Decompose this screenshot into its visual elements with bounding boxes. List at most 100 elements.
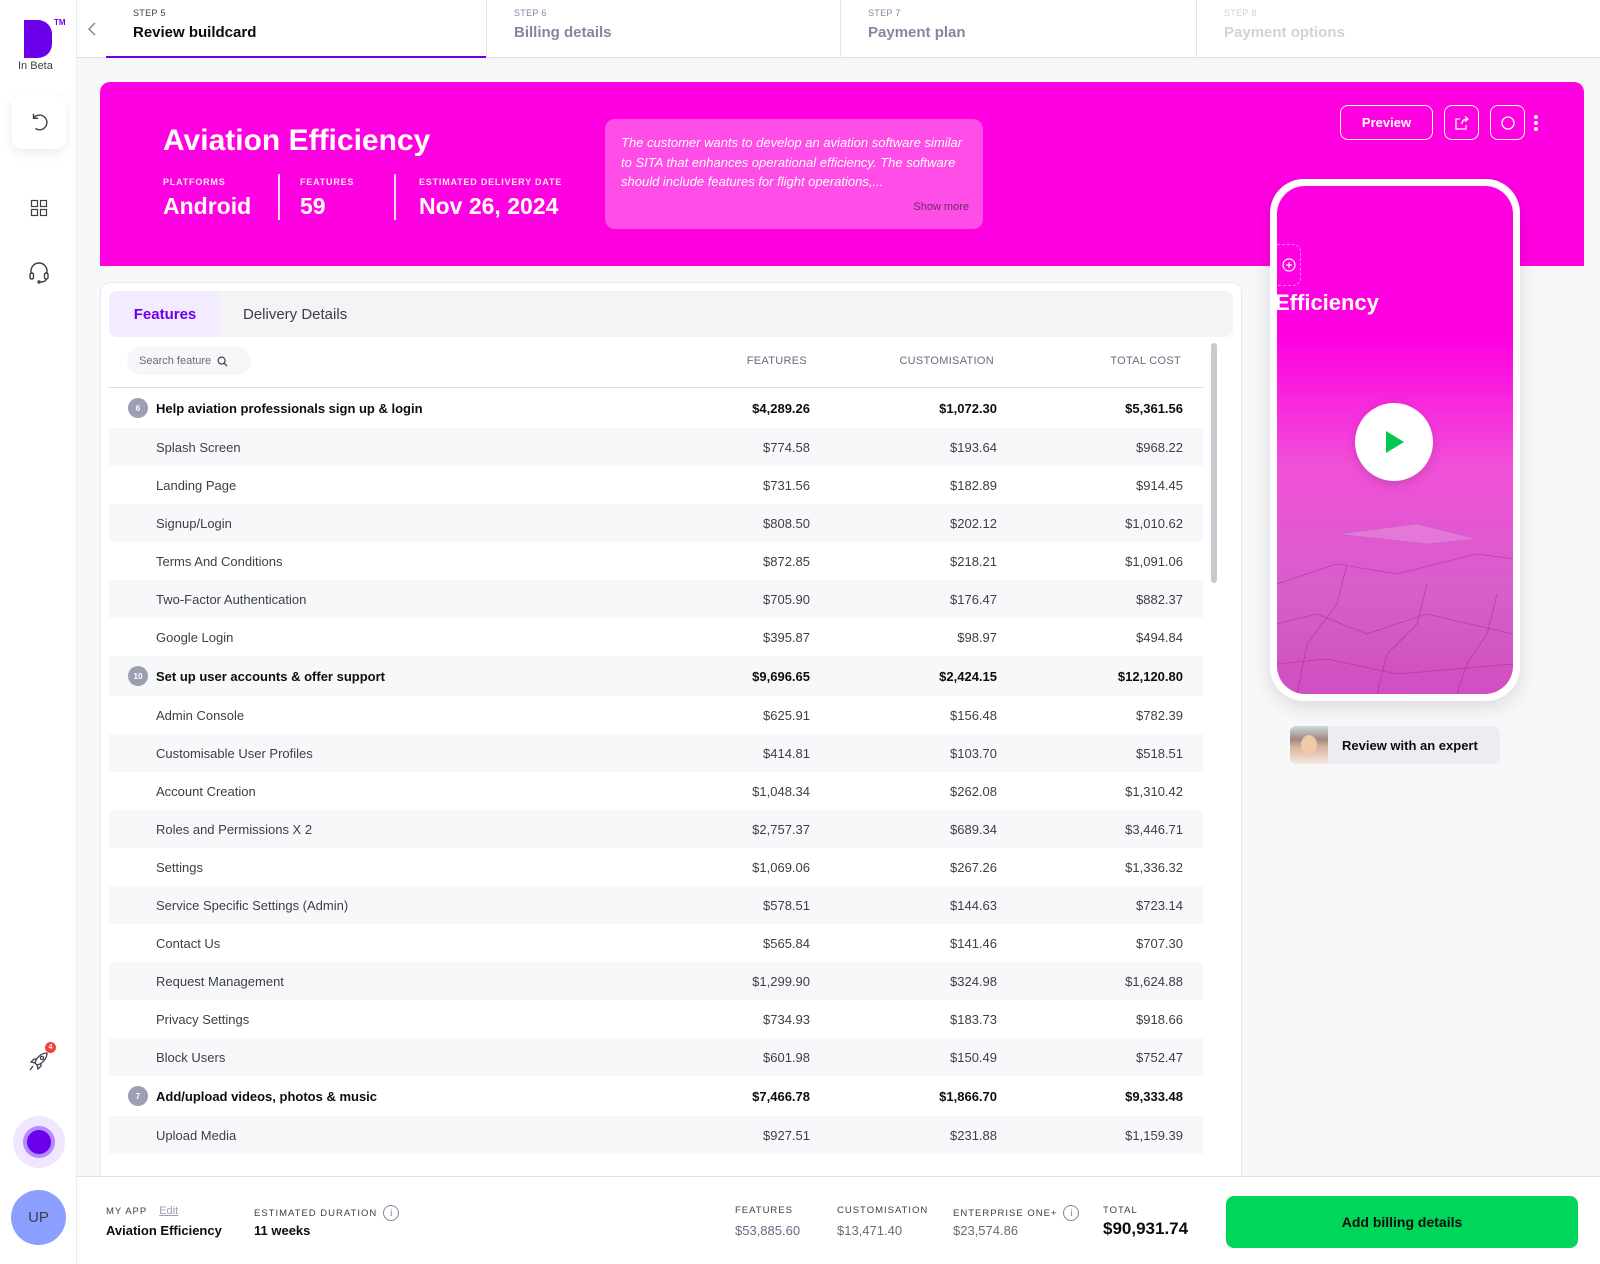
refresh-button[interactable] [1490, 105, 1525, 140]
customisation-cost: $218.21 [950, 553, 997, 569]
feature-name: Privacy Settings [156, 1011, 250, 1027]
feature-row[interactable]: Splash Screen $774.58 $193.64 $968.22 [109, 428, 1203, 466]
feature-name: Service Specific Settings (Admin) [156, 897, 349, 913]
features-cost: $1,069.06 [752, 859, 810, 875]
total-cost: $1,336.32 [1125, 859, 1183, 875]
plus-circle-icon [1282, 258, 1296, 272]
feature-name: Admin Console [156, 707, 245, 723]
column-header-customisation: CUSTOMISATION [899, 355, 994, 367]
undo-button[interactable] [12, 95, 66, 149]
features-cost: $734.93 [763, 1011, 810, 1027]
tab-bar: Features Delivery Details [109, 291, 1233, 337]
features-card: Features Delivery Details FEATURES CUSTO… [100, 282, 1242, 1182]
features-cost: $395.87 [763, 629, 810, 645]
tab-delivery-details[interactable]: Delivery Details [243, 291, 347, 337]
total-cost-value: $90,931.74 [1103, 1219, 1189, 1238]
divider [394, 174, 396, 220]
summary-footer: MY APP Edit Aviation Efficiency ESTIMATE… [77, 1176, 1600, 1264]
add-billing-details-button[interactable]: Add billing details [1226, 1196, 1578, 1248]
features-cost: $872.85 [763, 553, 810, 569]
search-icon [217, 356, 228, 367]
review-with-expert-button[interactable]: Review with an expert [1290, 726, 1500, 764]
record-button[interactable] [13, 1116, 65, 1168]
grid-icon [30, 199, 48, 217]
record-icon [27, 1130, 51, 1154]
search-input[interactable] [139, 355, 217, 367]
add-logo-placeholder[interactable] [1277, 244, 1301, 286]
info-icon[interactable]: i [1063, 1205, 1080, 1221]
feature-row[interactable]: Google Login $395.87 $98.97 $494.84 [109, 618, 1203, 656]
feature-row[interactable]: Service Specific Settings (Admin) $578.51… [109, 886, 1203, 924]
feature-row[interactable]: Contact Us $565.84 $141.46 $707.30 [109, 924, 1203, 962]
feature-row[interactable]: Roles and Permissions X 2 $2,757.37 $689.3… [109, 810, 1203, 848]
features-cost: $414.81 [763, 745, 810, 761]
feature-name: Set up user accounts & offer support [156, 668, 385, 684]
feature-row[interactable]: Landing Page $731.56 $182.89 $914.45 [109, 466, 1203, 504]
feature-group-row[interactable]: 7 Add/upload videos, photos & music $7,466… [109, 1076, 1203, 1116]
feature-group-row[interactable]: 10 Set up user accounts & offer support $9… [109, 656, 1203, 696]
feature-row[interactable]: Block Users $601.98 $150.49 $752.47 [109, 1038, 1203, 1076]
features-table-body: 6 Help aviation professionals sign up & l… [109, 388, 1203, 1154]
feature-row[interactable]: Settings $1,069.06 $267.26 $1,336.32 [109, 848, 1203, 886]
play-icon [1386, 431, 1404, 453]
feature-name: Upload Media [156, 1127, 237, 1143]
preview-button[interactable]: Preview [1340, 105, 1433, 140]
step-review-buildcard[interactable]: STEP 5 Review buildcard [106, 0, 486, 58]
support-button[interactable] [12, 245, 66, 299]
builder-logo[interactable]: TM In Beta [18, 18, 66, 72]
enterprise-cost-value: $23,574.86 [953, 1223, 1019, 1238]
share-button[interactable] [1444, 105, 1479, 140]
total-cost: $707.30 [1136, 935, 1183, 951]
edit-app-link[interactable]: Edit [159, 1205, 178, 1217]
dashboard-button[interactable] [12, 181, 66, 235]
info-icon[interactable]: i [383, 1205, 400, 1221]
feature-row[interactable]: Two-Factor Authentication $705.90 $176.47 $… [109, 580, 1203, 618]
feature-row[interactable]: Customisable User Profiles $414.81 $103.70… [109, 734, 1203, 772]
step-payment-plan[interactable]: STEP 7 Payment plan [840, 0, 1196, 58]
feature-row[interactable]: Upload Media $927.51 $231.88 $1,159.39 [109, 1116, 1203, 1154]
customisation-cost: $689.34 [950, 821, 997, 837]
features-cost-label: FEATURES [735, 1205, 793, 1216]
step-number: STEP 7 [868, 8, 901, 18]
user-avatar[interactable]: UP [11, 1190, 66, 1245]
features-stat: FEATURES 59 [300, 177, 354, 220]
feature-name: Google Login [156, 629, 234, 645]
feature-group-row[interactable]: 6 Help aviation professionals sign up & l… [109, 388, 1203, 428]
table-scrollbar[interactable] [1211, 343, 1217, 583]
tab-features[interactable]: Features [109, 291, 221, 337]
feature-row[interactable]: Privacy Settings $734.93 $183.73 $918.66 [109, 1000, 1203, 1038]
step-label: Billing details [514, 24, 612, 41]
customisation-cost: $144.63 [950, 897, 997, 913]
rocket-button[interactable]: 4 [12, 1034, 66, 1088]
map-background-image [1277, 523, 1513, 694]
stat-label: FEATURES [300, 177, 355, 187]
share-icon [1454, 115, 1469, 130]
app-title: Aviation Efficiency [163, 124, 431, 157]
show-more-link[interactable]: Show more [913, 201, 969, 213]
step-number: STEP 6 [514, 8, 547, 18]
customisation-cost: $1,866.70 [939, 1088, 997, 1104]
play-video-button[interactable] [1355, 403, 1433, 481]
customisation-cost: $267.26 [950, 859, 997, 875]
total-cost: $914.45 [1136, 477, 1183, 493]
total-cost: $494.84 [1136, 629, 1183, 645]
customisation-cost: $202.12 [950, 515, 997, 531]
more-options-icon[interactable] [1532, 112, 1540, 134]
feature-row[interactable]: Admin Console $625.91 $156.48 $782.39 [109, 696, 1203, 734]
feature-row[interactable]: Signup/Login $808.50 $202.12 $1,010.62 [109, 504, 1203, 542]
stat-label: ESTIMATED DELIVERY DATE [419, 177, 563, 187]
headset-icon [29, 262, 49, 284]
feature-row[interactable]: Account Creation $1,048.34 $262.08 $1,310.4… [109, 772, 1203, 810]
total-cost: $1,310.42 [1125, 783, 1183, 799]
search-feature-field[interactable] [127, 347, 251, 375]
total-cost: $1,010.62 [1125, 515, 1183, 531]
feature-name: Block Users [156, 1049, 226, 1065]
back-button[interactable] [77, 0, 107, 58]
features-cost-value: $53,885.60 [735, 1223, 801, 1238]
features-cost: $1,048.34 [752, 783, 810, 799]
feature-row[interactable]: Terms And Conditions $872.85 $218.21 $1,091… [109, 542, 1203, 580]
step-billing-details[interactable]: STEP 6 Billing details [486, 0, 840, 58]
feature-row[interactable]: Request Management $1,299.90 $324.98 $1,624… [109, 962, 1203, 1000]
customisation-cost: $176.47 [950, 591, 997, 607]
feature-name: Account Creation [156, 783, 256, 799]
